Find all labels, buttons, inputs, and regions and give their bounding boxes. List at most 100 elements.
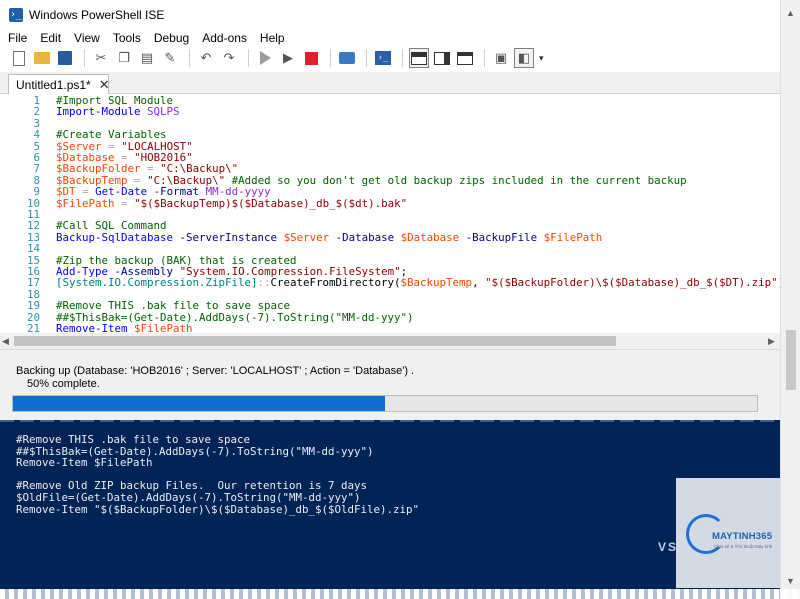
vertical-scrollbar[interactable]: ▲ ▼ (780, 0, 800, 599)
code-token: -BackupFile (465, 230, 538, 244)
line-number: 5 (33, 139, 40, 153)
clear-console-button[interactable]: ✎ (160, 48, 180, 68)
menu-add-ons[interactable]: Add-ons (202, 31, 247, 45)
show-script-pane-right-button[interactable] (432, 48, 452, 68)
progress-panel: Backing up (Database: 'HOB2016' ; Server… (0, 357, 780, 420)
redo-button[interactable]: ↷ (219, 48, 239, 68)
code-token: [System.IO.Compression.ZipFile] (56, 276, 258, 290)
stop-operation-button[interactable] (301, 48, 321, 68)
scrollbar-thumb[interactable] (786, 330, 796, 390)
script-editor[interactable]: 1 #Import SQL Module 2 Import-Module SQLPS 3… (0, 94, 780, 333)
progress-bar (12, 395, 758, 412)
menu-bar: File Edit View Tools Debug Add-ons Help (0, 30, 780, 46)
script-tab-strip: Untitled1.ps1* ✕ (0, 72, 780, 94)
window-title: Windows PowerShell ISE (29, 8, 165, 22)
copy-button[interactable]: ❐ (114, 48, 134, 68)
console-pane[interactable]: #Remove THIS .bak file to save space ##$T… (0, 420, 780, 599)
code-token: Remove-Item (56, 322, 128, 333)
line-number: 21 (26, 322, 40, 333)
run-selection-button[interactable]: ▶ (278, 48, 298, 68)
toolbar-separator (248, 49, 249, 67)
code-line[interactable]: 2 Import-Module SQLPS (0, 105, 180, 119)
line-number: 9 (33, 185, 40, 199)
code-token: CreateFromDirectory( (270, 276, 401, 290)
code-token: $FilePath (134, 322, 193, 333)
code-token: $BackupTemp (400, 276, 473, 290)
open-button[interactable] (32, 48, 52, 68)
toolbar-separator (330, 49, 331, 67)
console-line: $OldFile=(Get-Date).AddDays(-7).ToString… (16, 491, 361, 504)
close-icon[interactable]: ✕ (99, 77, 110, 93)
scrollbar-thumb[interactable] (14, 336, 616, 346)
show-script-pane-maximized-button[interactable] (455, 48, 475, 68)
watermark-tagline: Chia sẻ & Thủ thuật Máy tính (714, 544, 773, 549)
progress-percent-text: 50% complete. (27, 378, 100, 390)
code-token: $FilePath (56, 196, 115, 210)
code-line[interactable]: 3 (0, 116, 56, 130)
menu-view[interactable]: View (74, 31, 100, 45)
menu-edit[interactable]: Edit (40, 31, 61, 45)
undo-icon: ↶ (200, 50, 212, 65)
paste-button[interactable]: ▤ (137, 48, 157, 68)
console-line: Remove-Item $FilePath (16, 456, 153, 470)
line-number: 4 (33, 128, 40, 142)
start-powershell-button[interactable]: ›_ (373, 48, 393, 68)
line-number: 8 (33, 173, 40, 187)
progress-bar-fill (13, 396, 385, 411)
watermark-brand: MAYTINH365 (712, 531, 773, 542)
code-line[interactable]: 13 Backup-SqlDatabase -ServerInstance $Se… (0, 230, 602, 244)
line-number: 3 (33, 116, 40, 130)
cut-button[interactable]: ✂ (91, 48, 111, 68)
pane-splitter[interactable] (0, 349, 780, 357)
undo-button[interactable]: ↶ (196, 48, 216, 68)
console-line: #Remove THIS .bak file to save space (16, 433, 251, 446)
run-script-button[interactable] (255, 48, 275, 68)
save-button[interactable] (55, 48, 75, 68)
new-script-button[interactable] (9, 48, 29, 68)
code-token: :: (257, 276, 271, 290)
line-number: 7 (33, 162, 40, 176)
code-token: , (472, 276, 486, 290)
line-number: 19 (26, 299, 40, 313)
menu-help[interactable]: Help (260, 31, 285, 45)
show-script-pane-top-button[interactable] (409, 48, 429, 68)
code-line[interactable]: 17 [System.IO.Compression.ZipFile]::Creat… (0, 276, 780, 290)
scroll-right-icon[interactable]: ▶ (768, 336, 775, 347)
line-number: 2 (33, 105, 40, 119)
commands-window-icon: ▣ (494, 50, 508, 65)
menu-file[interactable]: File (8, 31, 27, 45)
editor-horizontal-scrollbar[interactable]: ◀ ▶ (0, 333, 780, 349)
show-commands-button[interactable]: ▣ (491, 48, 511, 68)
line-number: 14 (26, 242, 40, 256)
layout-top-icon (411, 51, 427, 65)
command-addon-icon: ◧ (517, 50, 531, 65)
floppy-disk-icon (58, 51, 72, 65)
menu-debug[interactable]: Debug (154, 31, 189, 45)
code-line[interactable]: 10 $FilePath = "$($BackupTemp)$($Database… (0, 196, 407, 210)
code-token: -ServerInstance (179, 230, 278, 244)
scroll-down-icon[interactable]: ▼ (786, 576, 795, 586)
code-token: SQLPS (147, 105, 180, 119)
line-number: 6 (33, 151, 40, 164)
toolbar-separator (484, 49, 485, 67)
menu-tools[interactable]: Tools (113, 31, 141, 45)
line-number: 1 (33, 94, 40, 107)
new-remote-tab-button[interactable] (337, 48, 357, 68)
code-token: -Database (335, 230, 395, 244)
powershell-icon: ›_ (375, 51, 391, 65)
toolbar-overflow-icon[interactable]: ▾ (539, 53, 544, 64)
clipboard-icon: ▤ (140, 50, 154, 65)
scroll-left-icon[interactable]: ◀ (2, 336, 9, 347)
show-command-addon-button[interactable]: ◧ (514, 48, 534, 68)
scroll-up-icon[interactable]: ▲ (786, 8, 795, 18)
tab-untitled1[interactable]: Untitled1.ps1* ✕ (8, 74, 110, 94)
play-icon (259, 51, 271, 65)
toolbar-separator (402, 49, 403, 67)
code-line[interactable]: 14 (0, 242, 56, 256)
title-bar: ›_ Windows PowerShell ISE (0, 0, 780, 30)
console-scrolled-line (0, 420, 780, 422)
code-line[interactable]: 21 Remove-Item $FilePath (0, 323, 193, 333)
eraser-icon: ✎ (164, 50, 176, 65)
toolbar-separator (84, 49, 85, 67)
watermark-side-letters: VS (658, 540, 679, 554)
